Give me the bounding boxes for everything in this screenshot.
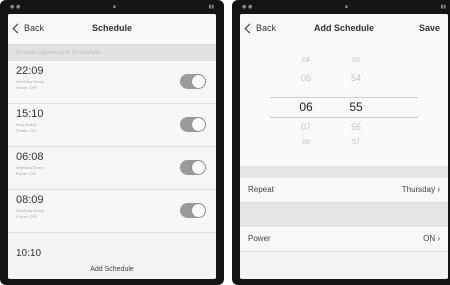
right-device: ● ● ▪ ▮▮ Back Add Schedule Save 04 05 06 0… (232, 0, 450, 285)
schedule-power: Power: ON (16, 171, 36, 176)
schedule-power: Power: ON (16, 128, 36, 133)
schedule-toggle[interactable] (180, 117, 206, 132)
schedule-time: 22:09 (16, 65, 44, 77)
add-schedule-button[interactable]: Add Schedule (8, 266, 216, 273)
nav-bar: Back Schedule (8, 14, 216, 45)
hour-option: 05 (300, 73, 311, 83)
time-picker: 04 05 06 07 08 53 54 55 56 57 (240, 44, 448, 166)
schedule-time: 15:10 (16, 108, 44, 120)
picker-divider (270, 97, 418, 98)
section-divider (240, 166, 448, 178)
schedule-item[interactable]: 08:09 Weekday Every Power: OFF (8, 190, 216, 233)
back-button[interactable]: Back (244, 23, 277, 33)
repeat-value: Thursday › (401, 185, 440, 194)
schedule-item[interactable]: 22:09 Weekday Every Power: OFF (8, 61, 216, 104)
left-device: ● ● ▪ ▮▮ Back Schedule Schedule supports u… (0, 0, 224, 285)
schedule-toggle[interactable] (180, 160, 206, 175)
chevron-right-icon: › (437, 185, 440, 194)
repeat-row[interactable]: Repeat Thursday › (240, 178, 448, 203)
schedule-repeat: Daily Every (16, 122, 37, 127)
schedule-repeat: Weekday Every (16, 165, 44, 170)
toggle-knob (192, 75, 205, 88)
power-label: Power (248, 234, 271, 243)
chevron-right-icon: › (437, 234, 440, 243)
hour-option: 08 (302, 139, 310, 146)
schedule-power: Power: OFF (16, 85, 38, 90)
chevron-left-icon (12, 23, 23, 33)
minute-option: 53 (352, 57, 360, 64)
repeat-label: Repeat (248, 185, 274, 194)
schedule-repeat: Weekday Every (16, 79, 44, 84)
chevron-left-icon (244, 23, 255, 33)
schedule-repeat: Weekday Every (16, 208, 44, 213)
schedule-item[interactable]: 06:08 Weekday Every Power: ON (8, 147, 216, 190)
section-divider (240, 203, 448, 227)
picker-divider (270, 117, 418, 118)
selected-hour: 06 (299, 100, 313, 114)
add-schedule-screen: Back Add Schedule Save 04 05 06 07 08 53… (240, 14, 448, 279)
schedule-note: Schedule supports up to 10 schedules (8, 45, 216, 61)
back-button[interactable]: Back (12, 23, 45, 33)
selected-minute: 55 (349, 100, 363, 114)
minute-option: 57 (352, 139, 360, 146)
schedule-time: 06:08 (16, 151, 44, 163)
power-row[interactable]: Power ON › (240, 227, 448, 252)
power-value: ON › (423, 234, 440, 243)
hour-option: 07 (300, 122, 311, 132)
minute-option: 54 (350, 73, 361, 83)
schedule-screen: Back Schedule Schedule supports up to 10… (8, 14, 216, 279)
toggle-knob (192, 161, 205, 174)
schedule-time-partial[interactable]: 10:10 (16, 248, 41, 259)
schedule-toggle[interactable] (180, 74, 206, 89)
schedule-time: 08:09 (16, 194, 44, 206)
schedule-item[interactable]: 15:10 Daily Every Power: ON (8, 104, 216, 147)
schedule-power: Power: OFF (16, 214, 38, 219)
minute-option: 56 (350, 122, 361, 132)
schedule-toggle[interactable] (180, 203, 206, 218)
toggle-knob (192, 204, 205, 217)
toggle-knob (192, 118, 205, 131)
hour-option: 04 (302, 57, 310, 64)
status-bar: ● ● ▪ ▮▮ (10, 4, 214, 10)
save-button[interactable]: Save (419, 23, 440, 33)
back-label: Back (256, 23, 277, 33)
status-bar: ● ● ▪ ▮▮ (242, 4, 446, 10)
back-label: Back (24, 23, 45, 33)
nav-bar: Back Add Schedule Save (240, 14, 448, 45)
